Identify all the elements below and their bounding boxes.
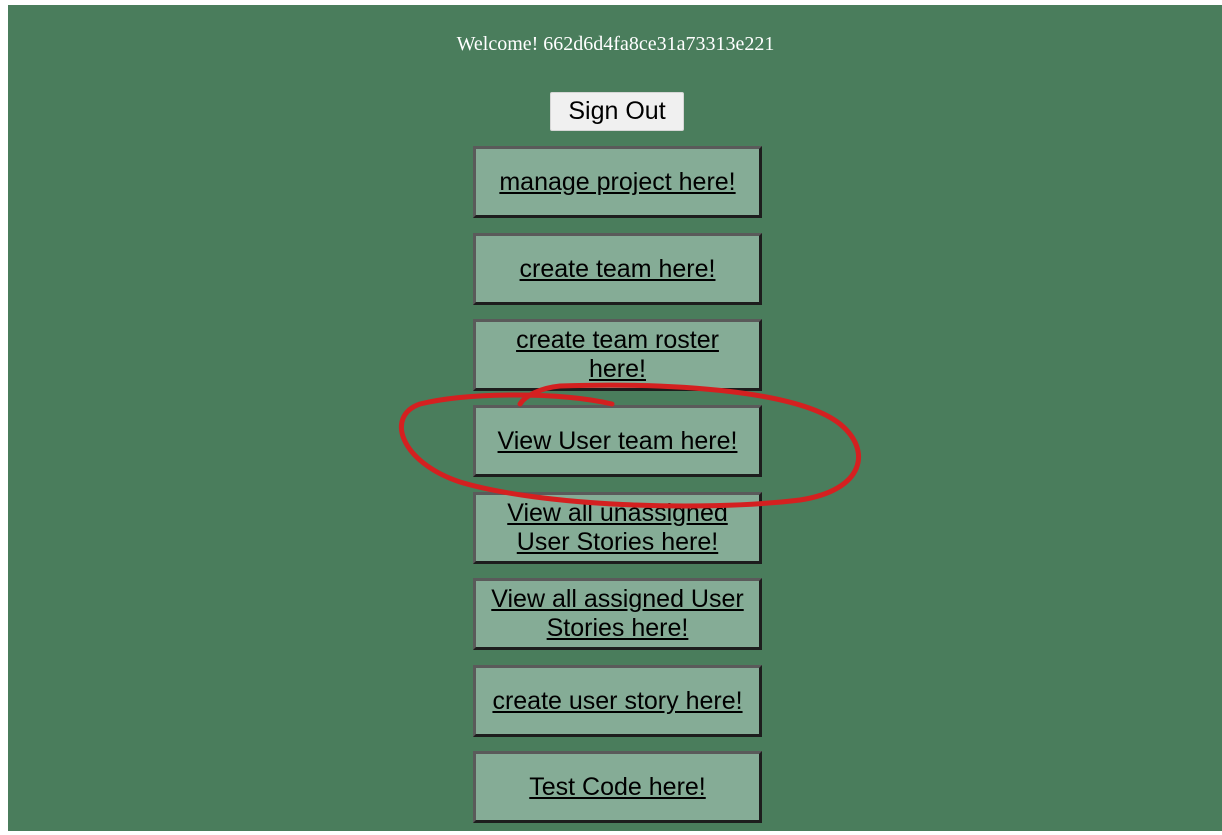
view-assigned-stories-link[interactable]: View all assigned User Stories here! [488,585,747,643]
view-unassigned-stories-link[interactable]: View all unassigned User Stories here! [488,499,747,557]
create-team-box: create team here! [473,233,762,305]
create-user-story-link[interactable]: create user story here! [492,687,742,716]
sign-out-button[interactable]: Sign Out [550,92,684,131]
welcome-message: Welcome! 662d6d4fa8ce31a73313e221 [456,33,775,55]
main-page: Welcome! 662d6d4fa8ce31a73313e221 Sign O… [8,5,1222,831]
create-team-roster-box: create team roster here! [473,319,762,391]
test-code-box: Test Code here! [473,751,762,823]
view-user-team-link[interactable]: View User team here! [498,427,738,456]
create-user-story-box: create user story here! [473,665,762,737]
test-code-link[interactable]: Test Code here! [529,773,706,802]
view-assigned-stories-box: View all assigned User Stories here! [473,578,762,650]
manage-project-link[interactable]: manage project here! [499,168,735,197]
manage-project-box: manage project here! [473,146,762,218]
create-team-link[interactable]: create team here! [520,255,716,284]
create-team-roster-link[interactable]: create team roster here! [488,326,747,384]
view-user-team-box: View User team here! [473,405,762,477]
view-unassigned-stories-box: View all unassigned User Stories here! [473,492,762,564]
